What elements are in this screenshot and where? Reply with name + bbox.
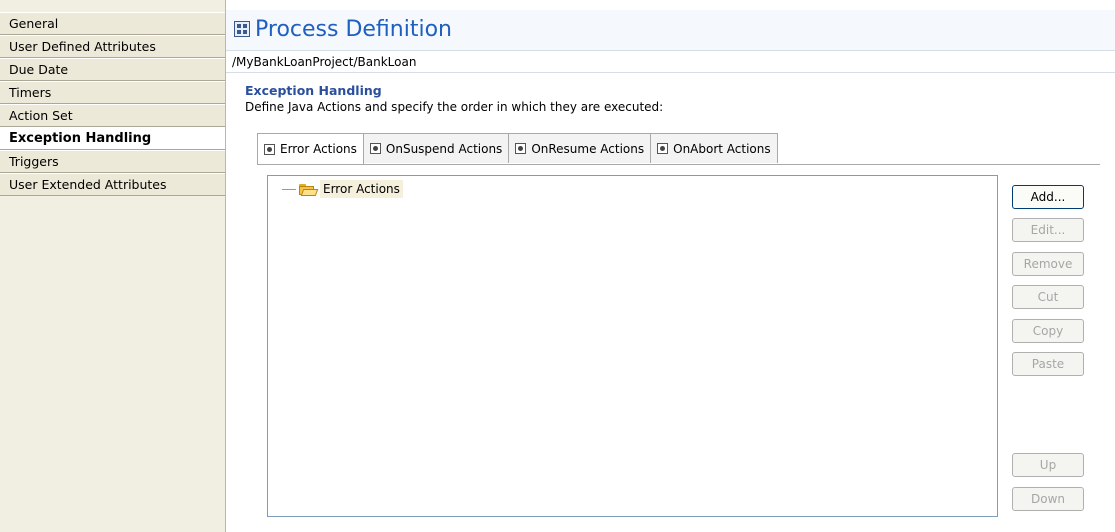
tab-label: OnAbort Actions [673,141,771,156]
gear-icon [369,143,381,154]
sidebar-item-user-defined-attributes[interactable]: User Defined Attributes [0,35,225,58]
tab-onabort-actions[interactable]: OnAbort Actions [651,133,778,163]
resource-path: /MyBankLoanProject/BankLoan [226,50,1115,72]
actions-tree[interactable]: Error Actions [267,175,998,517]
sidebar-item-user-extended-attributes[interactable]: User Extended Attributes [0,173,225,196]
process-definition-icon [234,21,250,37]
sidebar-item-due-date[interactable]: Due Date [0,58,225,81]
action-tabs: Error Actions OnSuspend Actions OnResume… [257,133,778,164]
tab-divider [257,164,1100,165]
remove-button[interactable]: Remove [1012,252,1084,276]
tab-error-actions[interactable]: Error Actions [257,133,364,164]
copy-button[interactable]: Copy [1012,319,1084,343]
add-button[interactable]: Add... [1012,185,1084,209]
sidebar-item-triggers[interactable]: Triggers [0,150,225,173]
section-description: Define Java Actions and specify the orde… [245,100,664,114]
tab-label: OnSuspend Actions [385,141,503,156]
gear-icon [657,143,669,154]
page-title: Process Definition [255,16,452,42]
folder-open-icon [299,183,319,196]
tab-label: OnResume Actions [531,141,645,156]
page-header: Process Definition /MyBankLoanProject/Ba… [226,10,1115,73]
edit-button[interactable]: Edit... [1012,218,1084,242]
title-row: Process Definition [234,14,452,44]
tab-onsuspend-actions[interactable]: OnSuspend Actions [363,133,510,163]
sidebar-item-timers[interactable]: Timers [0,81,225,104]
sidebar-item-action-set[interactable]: Action Set [0,104,225,127]
sidebar-item-exception-handling[interactable]: Exception Handling [0,127,225,150]
tab-onresume-actions[interactable]: OnResume Actions [509,133,652,163]
cut-button[interactable]: Cut [1012,285,1084,309]
tab-label: Error Actions [280,142,357,156]
tree-node-error-actions[interactable]: Error Actions [282,180,403,198]
sidebar: General User Defined Attributes Due Date… [0,0,226,532]
move-up-button[interactable]: Up [1012,453,1084,477]
section-title: Exception Handling [245,83,382,98]
tree-connector [282,188,296,190]
tree-node-label: Error Actions [320,180,403,198]
gear-icon [515,143,527,154]
sidebar-item-general[interactable]: General [0,12,225,35]
paste-button[interactable]: Paste [1012,352,1084,376]
gear-icon [264,143,275,155]
move-down-button[interactable]: Down [1012,487,1084,511]
